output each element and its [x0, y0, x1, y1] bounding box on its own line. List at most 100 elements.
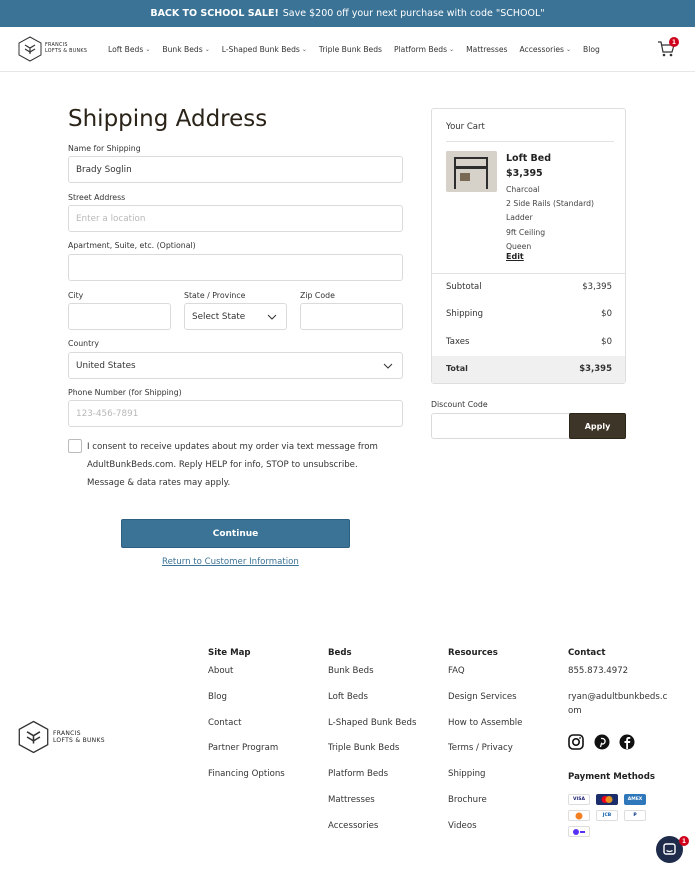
footer-link[interactable]: Brochure [448, 795, 487, 805]
footer-heading-resources: Resources [448, 648, 498, 658]
chevron-down-icon [383, 363, 393, 369]
pinterest-icon[interactable] [594, 734, 610, 750]
footer-link[interactable]: Shipping [448, 769, 486, 779]
taxes-label: Taxes [446, 337, 470, 347]
footer-link[interactable]: Platform Beds [328, 769, 388, 779]
product-option: Ladder [506, 213, 533, 222]
name-field[interactable]: Brady Soglin [68, 156, 403, 183]
footer-link[interactable]: Triple Bunk Beds [328, 743, 399, 753]
product-option: Queen [506, 242, 532, 251]
chevron-down-icon: ⌄ [449, 46, 455, 53]
street-label: Street Address [68, 193, 126, 202]
paypal-icon: P [624, 810, 646, 821]
zip-label: Zip Code [300, 291, 335, 300]
product-thumbnail [446, 151, 497, 192]
nav-item-label: Bunk Beds [162, 45, 203, 54]
nav-item-loft-beds[interactable]: Loft Beds ⌄ [108, 45, 150, 54]
footer-link[interactable]: Loft Beds [328, 692, 368, 702]
nav-item-label: Blog [583, 45, 600, 54]
footer-link[interactable]: Videos [448, 821, 477, 831]
footer-logo[interactable]: FRANCIS LOFTS & BUNKS [18, 720, 105, 754]
footer-link[interactable]: Contact [208, 718, 241, 728]
footer-link[interactable]: Partner Program [208, 743, 278, 753]
apply-discount-button[interactable]: Apply [569, 413, 626, 439]
name-label: Name for Shipping [68, 144, 141, 153]
site-logo[interactable]: FRANCIS LOFTS & BUNKS [18, 36, 87, 62]
shop-pay-icon [568, 826, 590, 837]
contact-phone[interactable]: 855.873.4972 [568, 666, 628, 676]
cart-summary: Your Cart Loft Bed $3,395 Charcoal 2 Sid… [431, 108, 626, 384]
discount-label: Discount Code [431, 400, 488, 409]
amex-icon: AMEX [624, 794, 646, 805]
return-link[interactable]: Return to Customer Information [162, 557, 299, 567]
state-select-value: Select State [192, 311, 246, 322]
footer-link[interactable]: Bunk Beds [328, 666, 374, 676]
chevron-down-icon [267, 314, 277, 320]
product-name: Loft Bed [506, 153, 552, 164]
footer-link[interactable]: Terms / Privacy [448, 743, 513, 753]
consent-checkbox[interactable] [68, 439, 82, 453]
chevron-down-icon: ⌄ [204, 46, 210, 53]
country-select-value: United States [76, 360, 136, 371]
nav-item-bunk-beds[interactable]: Bunk Beds ⌄ [162, 45, 209, 54]
footer-link[interactable]: Financing Options [208, 769, 285, 779]
page-title: Shipping Address [68, 106, 268, 132]
footer-heading-beds: Beds [328, 648, 352, 658]
contact-email-line2[interactable]: om [568, 706, 582, 716]
shipping-label: Shipping [446, 309, 484, 319]
subtotal-value: $3,395 [582, 282, 612, 292]
loft-bed-image [446, 151, 497, 192]
nav-item-label: Mattresses [466, 45, 508, 54]
logo-icon [18, 36, 42, 62]
nav-item-platform-beds[interactable]: Platform Beds ⌄ [394, 45, 454, 54]
zip-field[interactable] [300, 303, 403, 330]
product-option: 2 Side Rails (Standard) [506, 199, 594, 208]
cart-button[interactable]: 1 [657, 37, 679, 60]
phone-label: Phone Number (for Shipping) [68, 388, 182, 397]
continue-button[interactable]: Continue [121, 519, 350, 548]
product-option: Charcoal [506, 185, 540, 194]
state-label: State / Province [184, 291, 246, 300]
street-field[interactable]: Enter a location [68, 205, 403, 232]
footer-link[interactable]: About [208, 666, 233, 676]
footer-link[interactable]: Blog [208, 692, 227, 702]
apartment-field[interactable] [68, 254, 403, 281]
city-label: City [68, 291, 84, 300]
logo-line2: LOFTS & BUNKS [45, 49, 88, 54]
shipping-value: $0 [601, 309, 612, 319]
state-select[interactable]: Select State [184, 303, 287, 330]
mastercard-icon [596, 794, 618, 805]
nav-item-label: Triple Bunk Beds [318, 45, 382, 54]
facebook-icon[interactable] [619, 734, 635, 750]
chat-notification-badge: 1 [679, 836, 689, 846]
nav-menu: Loft Beds ⌄ Bunk Beds ⌄ L-Shaped Bunk Beds ⌄ T… [108, 27, 612, 72]
city-field[interactable] [68, 303, 171, 330]
footer-link[interactable]: FAQ [448, 666, 465, 676]
discount-code-input[interactable] [431, 413, 571, 439]
product-price: $3,395 [506, 168, 543, 179]
subtotal-label: Subtotal [446, 282, 482, 292]
chevron-down-icon: ⌄ [145, 46, 151, 53]
edit-product-link[interactable]: Edit [506, 252, 524, 261]
footer-link[interactable]: Accessories [328, 821, 378, 831]
footer-link[interactable]: Mattresses [328, 795, 375, 805]
consent-text: I consent to receive updates about my or… [87, 442, 378, 488]
nav-item-blog[interactable]: Blog [583, 45, 600, 54]
nav-item-triple-bunk-beds[interactable]: Triple Bunk Beds [319, 45, 382, 54]
footer-link[interactable]: L-Shaped Bunk Beds [328, 718, 416, 728]
footer-link[interactable]: Design Services [448, 692, 517, 702]
nav-item-l-shaped-bunk-beds[interactable]: L-Shaped Bunk Beds ⌄ [222, 45, 307, 54]
contact-email-line1[interactable]: ryan@adultbunkbeds.c [568, 692, 667, 702]
taxes-value: $0 [601, 337, 612, 347]
nav-item-label: Loft Beds [108, 45, 144, 54]
total-value: $3,395 [579, 364, 612, 374]
chevron-down-icon: ⌄ [565, 46, 571, 53]
instagram-icon[interactable] [568, 734, 584, 750]
discover-icon [568, 810, 590, 821]
country-select[interactable]: United States [68, 352, 403, 379]
nav-item-mattresses[interactable]: Mattresses [466, 45, 507, 54]
visa-icon: VISA [568, 794, 590, 805]
footer-link[interactable]: How to Assemble [448, 718, 522, 728]
phone-field[interactable]: 123-456-7891 [68, 400, 403, 427]
nav-item-accessories[interactable]: Accessories ⌄ [519, 45, 571, 54]
